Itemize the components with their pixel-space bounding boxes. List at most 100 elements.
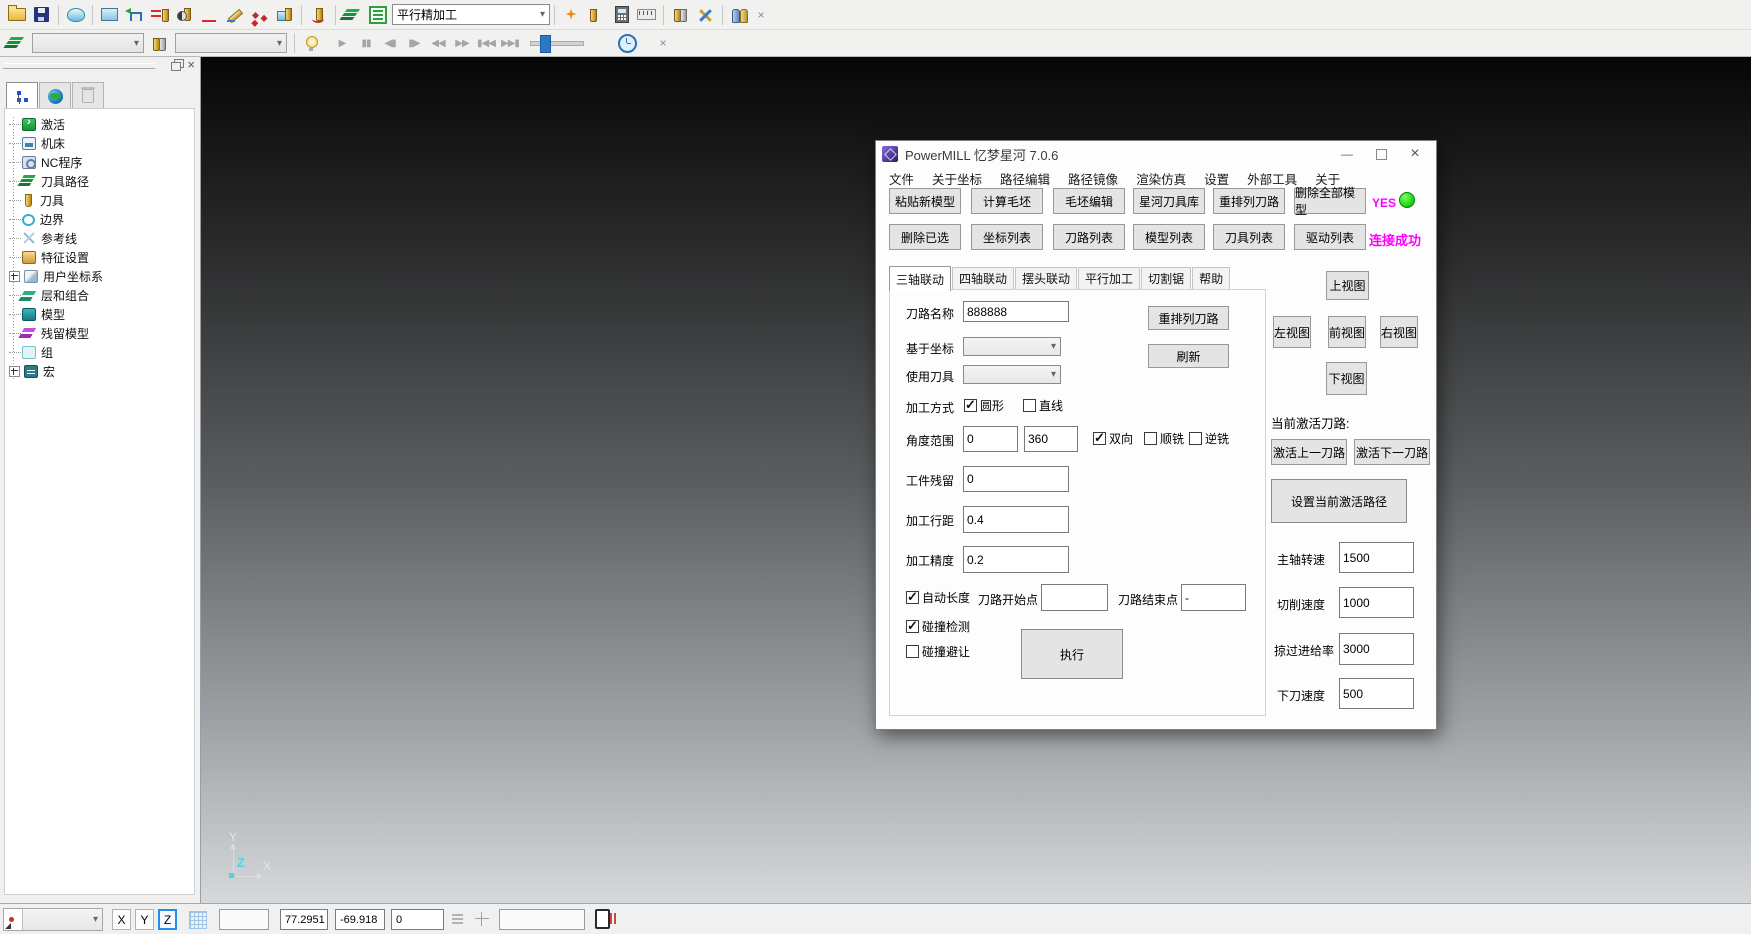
sim-play-button[interactable]: ▶	[332, 38, 352, 49]
status-message-input[interactable]	[499, 909, 585, 930]
toolpath-list-button[interactable]: 刀路列表	[1053, 224, 1125, 250]
sim-tool-dropdown[interactable]: ▾	[175, 33, 287, 53]
angle-from-input[interactable]	[963, 426, 1018, 452]
sim-speed-slider[interactable]	[530, 41, 584, 46]
point-list-button[interactable]	[452, 913, 465, 926]
tab-tilt-head[interactable]: 摆头联动	[1015, 267, 1077, 290]
minimize-button[interactable]: —	[1330, 144, 1364, 164]
tab-saw[interactable]: 切割锯	[1141, 267, 1191, 290]
use-tool-select[interactable]: ▾	[963, 365, 1061, 384]
delete-selected-button[interactable]: 删除已选	[889, 224, 961, 250]
view-left-button[interactable]: 左视图	[1273, 316, 1311, 348]
strategy-dropdown[interactable]: 平行精加工 ▾	[392, 4, 550, 25]
measure-button[interactable]	[635, 3, 658, 26]
set-active-path-button[interactable]: 设置当前激活路径	[1271, 479, 1407, 523]
open-project-button[interactable]	[5, 3, 28, 26]
tree-item-macros[interactable]: 宏	[9, 362, 194, 381]
stock-remain-input[interactable]	[963, 466, 1069, 492]
sim-go-start-button[interactable]: ▮◀◀	[476, 38, 496, 49]
rapid-heights-button[interactable]	[148, 3, 171, 26]
grid-size-input[interactable]	[219, 909, 269, 930]
view-right-button[interactable]: 右视图	[1380, 316, 1418, 348]
calc-block-button[interactable]: 计算毛坯	[971, 188, 1043, 214]
tree-item-tools[interactable]: 刀具	[9, 191, 194, 210]
tree-item-toolpaths[interactable]: 刀具路径	[9, 172, 194, 191]
cutting-feed-input[interactable]	[1339, 587, 1414, 618]
tree-item-levels-sets[interactable]: 层和组合	[9, 286, 194, 305]
tree-item-machine-tool[interactable]: 机床	[9, 134, 194, 153]
panel-float-button[interactable]	[171, 59, 183, 70]
axis-x-button[interactable]: X	[112, 909, 131, 930]
panel-close-button[interactable]: ×	[187, 59, 195, 70]
tab-explorer[interactable]	[6, 82, 38, 109]
tool-block-button[interactable]	[273, 3, 296, 26]
plunge-mill-button[interactable]	[307, 3, 330, 26]
collision-check-button[interactable]	[198, 3, 221, 26]
tree-item-stock-models[interactable]: 残留模型	[9, 324, 194, 343]
based-coord-select[interactable]: ▾	[963, 337, 1061, 356]
conventional-checkbox[interactable]: 逆铣	[1189, 430, 1229, 447]
tree-item-models[interactable]: 模型	[9, 305, 194, 324]
menu-render-sim[interactable]: 渲染仿真	[1127, 167, 1195, 190]
climb-checkbox[interactable]: 顺铣	[1144, 430, 1184, 447]
execute-button[interactable]: 执行	[1021, 629, 1123, 679]
expand-icon[interactable]	[9, 271, 20, 282]
tree-item-patterns[interactable]: 参考线	[9, 229, 194, 248]
sim-step-forward-button[interactable]: ▮▶	[404, 38, 424, 49]
angle-to-input[interactable]	[1024, 426, 1078, 452]
batch-process-button[interactable]	[560, 3, 583, 26]
pattern-button[interactable]	[248, 3, 271, 26]
paste-model-button[interactable]: 粘贴新模型	[889, 188, 961, 214]
tab-web[interactable]	[39, 82, 71, 109]
collision-avoid-checkbox[interactable]: 碰撞避让	[906, 643, 970, 660]
toolbar-close-button[interactable]: ×	[752, 8, 770, 22]
rearrange-button[interactable]: 重排列刀路	[1148, 306, 1229, 330]
refresh-button[interactable]: 刷新	[1148, 344, 1229, 368]
end-point-input[interactable]	[1181, 584, 1246, 611]
mode-circle-checkbox[interactable]: 圆形	[964, 397, 1004, 414]
model-list-button[interactable]: 模型列表	[1133, 224, 1205, 250]
block-button[interactable]	[98, 3, 121, 26]
sim-toolpath-dropdown[interactable]: ▾	[32, 33, 144, 53]
rearrange-toolpaths-button[interactable]: 重排列刀路	[1213, 188, 1285, 214]
drive-list-button[interactable]: 驱动列表	[1294, 224, 1366, 250]
auto-length-checkbox[interactable]: 自动长度	[906, 589, 970, 606]
tree-item-workplanes[interactable]: 用户坐标系	[9, 267, 194, 286]
skim-feed-input[interactable]	[1339, 633, 1414, 665]
sim-toolpath-button[interactable]	[5, 32, 28, 55]
edit-block-button[interactable]: 毛坯编辑	[1053, 188, 1125, 214]
shaded-view-button[interactable]	[64, 3, 87, 26]
panel-grip[interactable]	[3, 63, 155, 69]
menu-coords[interactable]: 关于坐标	[923, 167, 991, 190]
sim-rewind-button[interactable]: ◀◀	[428, 38, 448, 49]
close-button[interactable]: ×	[1398, 144, 1432, 164]
delete-all-models-button[interactable]: 删除全部模型	[1294, 188, 1366, 214]
activate-next-button[interactable]: 激活下一刀路	[1354, 439, 1430, 465]
cylinder-pair-button[interactable]	[728, 3, 751, 26]
view-bottom-button[interactable]: 下视图	[1326, 362, 1367, 395]
tab-recycle[interactable]	[72, 82, 104, 109]
verify-toolpath-button[interactable]	[585, 3, 608, 26]
menu-file[interactable]: 文件	[880, 167, 923, 190]
spindle-speed-input[interactable]	[1339, 542, 1414, 573]
mode-line-checkbox[interactable]: 直线	[1023, 397, 1063, 414]
stepover-input[interactable]	[963, 506, 1069, 533]
start-point-input[interactable]	[1041, 584, 1108, 611]
view-top-button[interactable]: 上视图	[1326, 271, 1369, 300]
expand-icon[interactable]	[9, 366, 20, 377]
tree-item-boundaries[interactable]: 边界	[9, 210, 194, 229]
coord-list-button[interactable]: 坐标列表	[971, 224, 1043, 250]
tree-item-groups[interactable]: 组	[9, 343, 194, 362]
sim-step-back-button[interactable]: ◀▮	[380, 38, 400, 49]
axis-z-button[interactable]: Z	[158, 909, 177, 930]
view-front-button[interactable]: 前视图	[1328, 316, 1366, 348]
tool-list-button[interactable]: 刀具列表	[1213, 224, 1285, 250]
bidirectional-checkbox[interactable]: 双向	[1093, 430, 1133, 447]
coord-z-readout[interactable]: 0	[391, 909, 444, 930]
axis-y-button[interactable]: Y	[135, 909, 154, 930]
tool-library-button[interactable]: 星河刀具库	[1133, 188, 1205, 214]
calculator-button[interactable]	[610, 3, 633, 26]
sim-light-button[interactable]	[300, 32, 323, 55]
toolpath-name-input[interactable]	[963, 301, 1069, 322]
tab-help[interactable]: 帮助	[1192, 267, 1230, 290]
